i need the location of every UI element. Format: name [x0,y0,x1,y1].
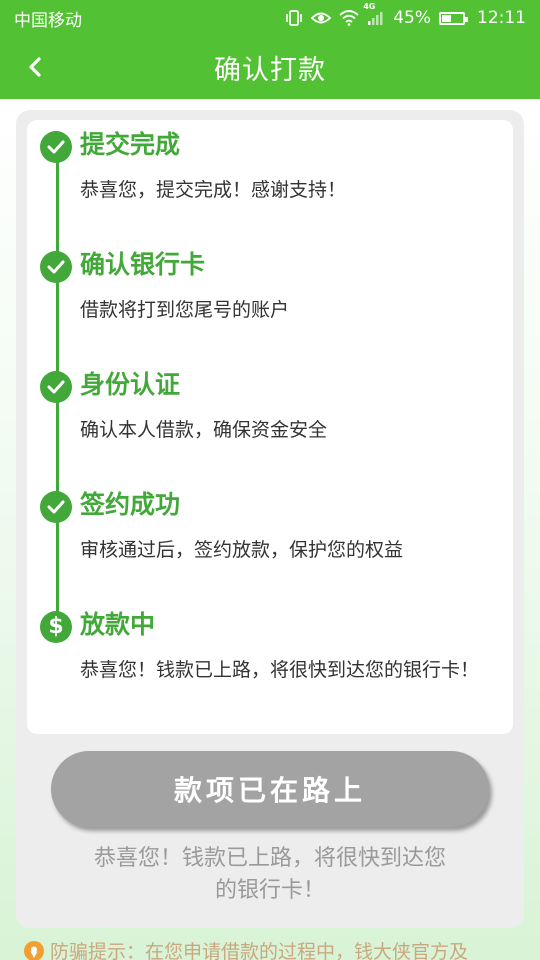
step-description: 审核通过后，签约放款，保护您的权益 [80,539,404,561]
carrier-label: 中国移动 [14,10,82,31]
wifi-icon [339,10,359,26]
clock: 12:11 [477,8,526,28]
battery-icon [439,11,468,25]
step-title: 身份认证 [80,370,181,399]
dollar-circle-icon: $ [40,611,72,643]
status-message-line: 恭喜您！钱款已上路，将很快到达您 [93,846,446,871]
step-description: 恭喜您，提交完成！感谢支持！ [80,179,347,201]
status-button[interactable]: 款项已在路上 [51,751,489,827]
check-circle-icon [40,371,72,403]
fraud-tip-text: 防骗提示：在您申请借款的过程中，钱大侠官方及 [50,941,469,960]
check-circle-icon [40,131,72,163]
chevron-left-icon [29,57,41,77]
check-circle-icon [40,491,72,523]
check-circle-icon [40,251,72,283]
page-title: 确认打款 [214,55,326,86]
back-button[interactable] [18,50,52,84]
step-description: 恭喜您！钱款已上路，将很快到达您的银行卡！ [80,659,480,681]
location-pin-icon [24,941,44,960]
network-type-label: 4G [363,2,376,11]
battery-fill [442,14,451,22]
step-title: 确认银行卡 [80,250,206,279]
fraud-tip: 防骗提示：在您申请借款的过程中，钱大侠官方及 [24,940,540,960]
step-title: 签约成功 [80,490,181,519]
status-message-line: 的银行卡！ [214,878,325,903]
vibrate-icon [285,10,303,26]
status-bar: 中国移动 4G 45% 12:11 [0,0,540,36]
step-description: 借款将打到您尾号的账户 [80,299,290,321]
step-title: 提交完成 [80,130,181,159]
step-description: 确认本人借款，确保资金安全 [80,419,328,441]
eye-icon [311,11,332,25]
status-icons: 4G 45% 12:11 [285,2,526,28]
status-message: 恭喜您！钱款已上路，将很快到达您 的银行卡！ [60,843,480,907]
battery-percent: 45% [393,8,431,28]
cellular-signal-icon: 4G [363,2,385,25]
step-title: 放款中 [80,610,156,639]
header-bar: 确认打款 [0,36,540,99]
